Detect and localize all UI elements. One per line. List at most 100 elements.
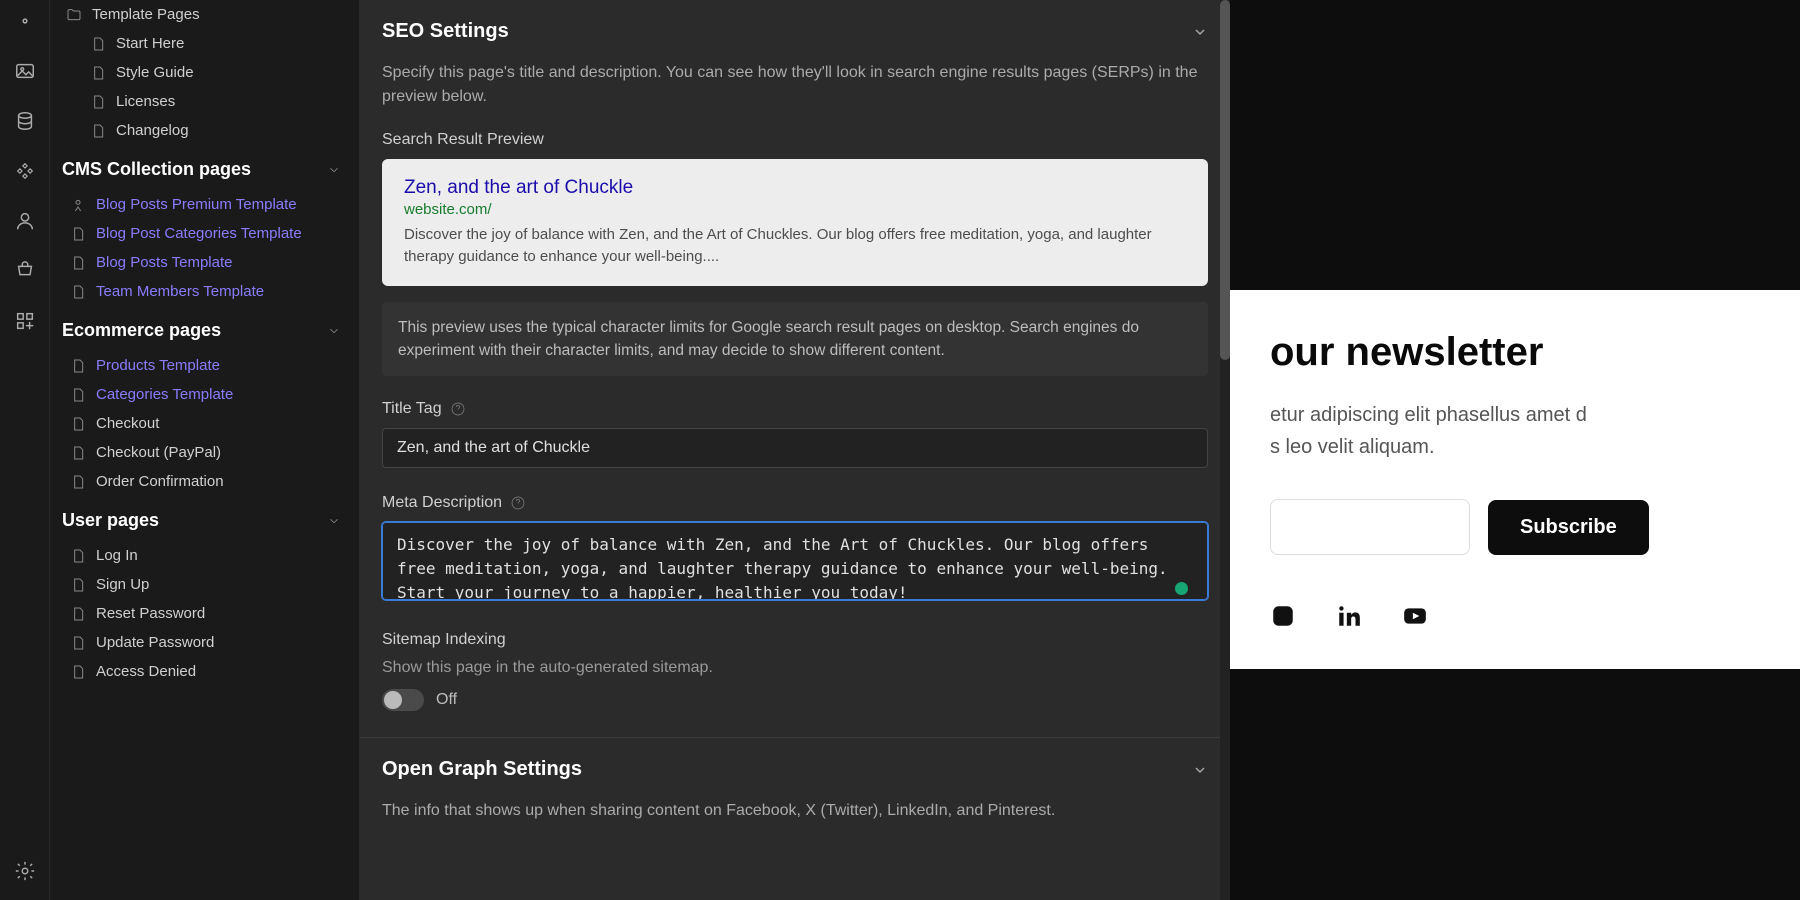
serp-title: Zen, and the art of Chuckle: [404, 177, 1186, 199]
page-label: Licenses: [116, 93, 175, 110]
user-icon[interactable]: [14, 210, 36, 232]
user-item-access-denied[interactable]: Access Denied: [50, 657, 359, 686]
user-item-login[interactable]: Log In: [50, 541, 359, 570]
cms-item-blog-posts[interactable]: Blog Posts Template: [50, 248, 359, 277]
linkedin-icon[interactable]: [1336, 603, 1362, 629]
page-licenses[interactable]: Licenses: [50, 87, 359, 116]
cms-item-blog-posts-premium[interactable]: Blog Posts Premium Template: [50, 190, 359, 219]
page-icon: [70, 548, 86, 564]
preview-info-box: This preview uses the typical character …: [382, 302, 1208, 377]
ecom-item-categories[interactable]: Categories Template: [50, 380, 359, 409]
apps-icon[interactable]: [14, 310, 36, 332]
chevron-down-icon: [327, 163, 341, 177]
page-changelog[interactable]: Changelog: [50, 116, 359, 145]
page-icon: [70, 387, 86, 403]
youtube-icon[interactable]: [1402, 603, 1428, 629]
section-label: Ecommerce pages: [62, 320, 221, 341]
page-label: Blog Posts Template: [96, 254, 232, 271]
page-label: Team Members Template: [96, 283, 264, 300]
sitemap-toggle[interactable]: [382, 689, 424, 711]
page-icon: [90, 65, 106, 81]
title-tag-label: Title Tag: [382, 400, 1208, 418]
help-icon[interactable]: [510, 495, 526, 511]
image-icon[interactable]: [14, 60, 36, 82]
page-style-guide[interactable]: Style Guide: [50, 58, 359, 87]
ecom-item-products[interactable]: Products Template: [50, 351, 359, 380]
page-icon: [90, 36, 106, 52]
section-ecom-pages[interactable]: Ecommerce pages: [50, 306, 359, 351]
cms-item-team-members[interactable]: Team Members Template: [50, 277, 359, 306]
page-icon: [70, 416, 86, 432]
section-label: CMS Collection pages: [62, 159, 251, 180]
section-user-pages[interactable]: User pages: [50, 496, 359, 541]
instagram-icon[interactable]: [1270, 603, 1296, 629]
page-icon: [70, 284, 86, 300]
page-icon: [70, 445, 86, 461]
page-label: Checkout: [96, 415, 159, 432]
page-start-here[interactable]: Start Here: [50, 29, 359, 58]
section-cms-pages[interactable]: CMS Collection pages: [50, 145, 359, 190]
folder-icon: [66, 7, 82, 23]
help-icon[interactable]: [450, 401, 466, 417]
email-input[interactable]: [1270, 499, 1470, 555]
page-icon: [70, 606, 86, 622]
cms-item-blog-categories[interactable]: Blog Post Categories Template: [50, 219, 359, 248]
ecom-item-checkout-paypal[interactable]: Checkout (PayPal): [50, 438, 359, 467]
page-label: Log In: [96, 547, 138, 564]
paint-icon[interactable]: [14, 10, 36, 32]
icon-rail: [0, 0, 50, 900]
user-item-signup[interactable]: Sign Up: [50, 570, 359, 599]
page-icon: [70, 255, 86, 271]
chevron-down-icon: [1192, 762, 1208, 778]
seo-settings-header[interactable]: SEO Settings: [382, 20, 1208, 43]
page-icon: [90, 123, 106, 139]
page-icon: [70, 474, 86, 490]
page-icon: [70, 226, 86, 242]
seo-description: Specify this page's title and descriptio…: [382, 61, 1208, 109]
settings-icon[interactable]: [14, 860, 36, 882]
sitemap-toggle-state: Off: [436, 691, 457, 709]
title-tag-input[interactable]: [382, 428, 1208, 468]
subscribe-button[interactable]: Subscribe: [1488, 500, 1649, 555]
og-settings-header[interactable]: Open Graph Settings: [382, 758, 1208, 781]
page-label: Order Confirmation: [96, 473, 224, 490]
meta-desc-textarea[interactable]: [382, 522, 1208, 600]
page-label: Reset Password: [96, 605, 205, 622]
ecom-item-order-confirm[interactable]: Order Confirmation: [50, 467, 359, 496]
chevron-down-icon: [327, 514, 341, 528]
label-text: Title Tag: [382, 400, 442, 418]
page-icon: [70, 635, 86, 651]
scrollbar-thumb[interactable]: [1220, 0, 1230, 360]
newsletter-heading: our newsletter: [1270, 330, 1760, 375]
page-label: Style Guide: [116, 64, 194, 81]
label-text: Meta Description: [382, 494, 502, 512]
user-item-update-pw[interactable]: Update Password: [50, 628, 359, 657]
page-icon: [70, 358, 86, 374]
preview-panel: our newsletter etur adipiscing elit phas…: [1230, 0, 1800, 900]
sitemap-desc: Show this page in the auto-generated sit…: [382, 659, 1208, 677]
page-icon: [70, 577, 86, 593]
page-label: Update Password: [96, 634, 214, 651]
page-icon: [90, 94, 106, 110]
premium-icon: [70, 197, 86, 213]
database-icon[interactable]: [14, 110, 36, 132]
components-icon[interactable]: [14, 160, 36, 182]
cart-icon[interactable]: [14, 260, 36, 282]
page-label: Products Template: [96, 357, 220, 374]
settings-panel: SEO Settings Specify this page's title a…: [360, 0, 1230, 900]
text-line: s leo velit aliquam.: [1270, 436, 1435, 458]
chevron-down-icon: [327, 324, 341, 338]
serp-url: website.com/: [404, 201, 1186, 218]
left-panel: Template Pages Start Here Style Guide Li…: [50, 0, 360, 900]
folder-label: Template Pages: [92, 6, 200, 23]
chevron-down-icon: [1192, 24, 1208, 40]
ecom-item-checkout[interactable]: Checkout: [50, 409, 359, 438]
serp-description: Discover the joy of balance with Zen, an…: [404, 224, 1186, 268]
folder-template-pages[interactable]: Template Pages: [50, 0, 359, 29]
meta-desc-label: Meta Description: [382, 494, 1208, 512]
user-item-reset-pw[interactable]: Reset Password: [50, 599, 359, 628]
section-title: Open Graph Settings: [382, 758, 582, 781]
page-label: Checkout (PayPal): [96, 444, 221, 461]
page-label: Categories Template: [96, 386, 233, 403]
text-line: etur adipiscing elit phasellus amet d: [1270, 404, 1587, 426]
